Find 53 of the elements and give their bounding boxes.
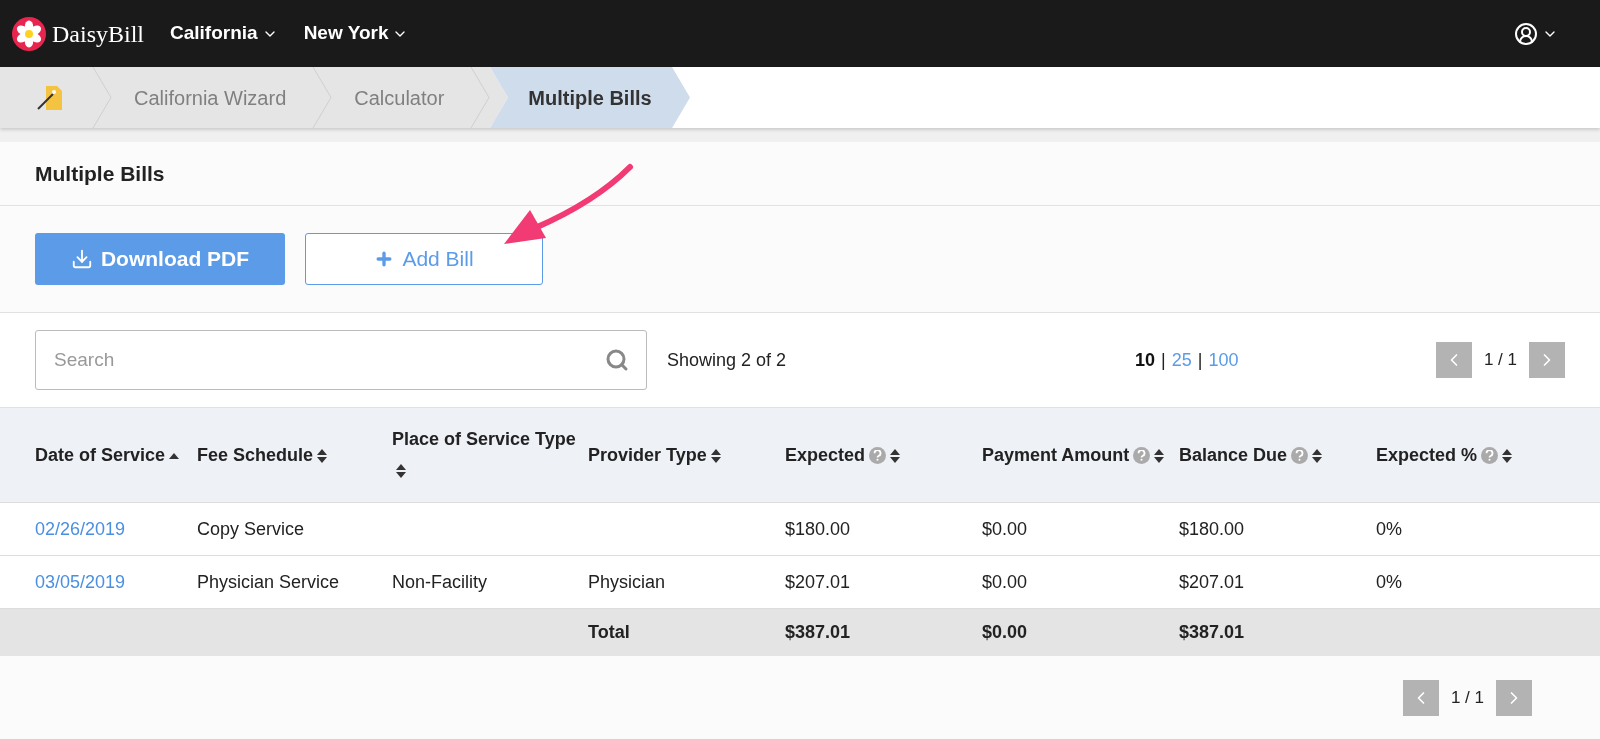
sort-icon[interactable]: [710, 448, 721, 463]
table-cell-text: Physician Service: [197, 570, 340, 594]
separator: |: [1197, 348, 1203, 372]
separator: |: [1161, 348, 1166, 372]
page-indicator: 1 / 1: [1450, 687, 1484, 710]
column-header[interactable]: Date of Service: [35, 444, 166, 465]
table-cell-text: $0.00: [982, 517, 1028, 541]
sort-icon[interactable]: [317, 448, 328, 463]
previous-page-button[interactable]: [1402, 680, 1439, 716]
column-header[interactable]: Balance Due: [1179, 444, 1288, 465]
column-header[interactable]: Expected: [785, 444, 866, 465]
sort-icon[interactable]: [1154, 448, 1165, 463]
column-header[interactable]: Expected %: [1376, 444, 1478, 465]
showing-count: Showing 2 of 2: [667, 348, 788, 372]
total-cell-text: $387.01: [1179, 621, 1245, 644]
column-header[interactable]: Fee Schedule: [197, 444, 314, 465]
search-icon[interactable]: [605, 348, 629, 372]
breadcrumb-item[interactable]: Multiple Bills: [490, 67, 691, 128]
state-menu[interactable]: New York: [303, 19, 409, 48]
column-header[interactable]: Place of Service Type: [392, 429, 576, 449]
sort-icon[interactable]: [1312, 448, 1323, 463]
page-indicator: 1 / 1: [1483, 349, 1517, 372]
total-cell-text: $387.01: [785, 621, 851, 644]
table-cell-text: 0%: [1376, 570, 1402, 594]
state-menu[interactable]: California: [170, 19, 278, 48]
previous-page-button[interactable]: [1435, 342, 1472, 378]
chevron-separator-icon: [312, 67, 333, 128]
sort-ascending-icon[interactable]: [169, 452, 180, 459]
total-cell-text: Total: [588, 621, 630, 644]
table-cell-text: $207.01: [1179, 570, 1245, 594]
table-cell-text: 0%: [1376, 517, 1402, 541]
table-cell-text: $180.00: [1179, 517, 1245, 541]
page-size-option[interactable]: 10: [1135, 346, 1156, 374]
search-field[interactable]: Search: [35, 330, 647, 390]
sort-icon[interactable]: [890, 448, 901, 463]
column-header[interactable]: Provider Type: [588, 444, 707, 465]
table-cell-text: $207.01: [785, 570, 851, 594]
sort-icon[interactable]: [396, 464, 406, 479]
chevron-separator-icon: [92, 67, 112, 128]
chevron-separator-icon: [470, 67, 491, 128]
column-header[interactable]: Payment Amount: [982, 444, 1130, 465]
sort-icon[interactable]: [1502, 448, 1513, 463]
total-cell-text: $0.00: [982, 621, 1028, 644]
table-cell-text: Physician: [588, 570, 666, 594]
table-cell-text: $0.00: [982, 570, 1028, 594]
table-cell-text: Copy Service: [197, 517, 305, 541]
table-cell-text: $180.00: [785, 517, 851, 541]
panel-title: Multiple Bills: [35, 160, 165, 187]
user-icon: [1514, 21, 1538, 46]
download-icon: [70, 248, 93, 270]
brand-name[interactable]: DaisyBill: [52, 15, 144, 52]
table-cell-text: Non-Facility: [392, 570, 488, 594]
flower-logo-icon: [12, 16, 46, 51]
